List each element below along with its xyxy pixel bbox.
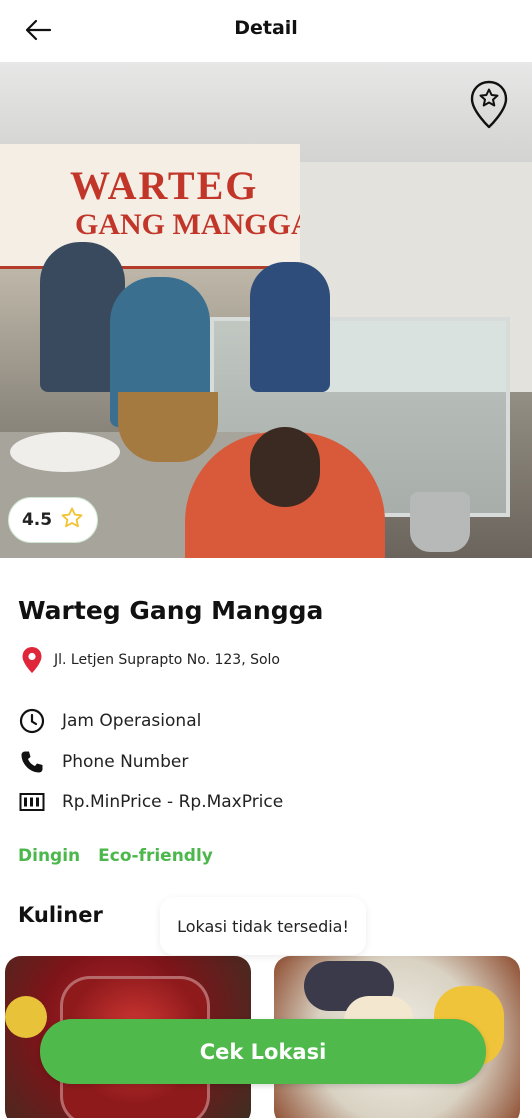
save-location-button[interactable] [468, 80, 510, 134]
phone-row: Phone Number [18, 748, 188, 776]
clock-icon [18, 707, 46, 735]
rating-value: 4.5 [21, 510, 53, 530]
hero-image: WARTEG GANG MANGGA [0, 62, 532, 558]
kuliner-title: Kuliner [18, 903, 103, 927]
toast-message: Lokasi tidak tersedia! [160, 897, 366, 955]
star-outline-icon [60, 506, 84, 534]
app-bar: Detail [0, 0, 532, 62]
tag-eco-friendly: Eco-friendly [98, 846, 213, 866]
shop-sign-line1: WARTEG [70, 163, 259, 208]
page-title: Detail [234, 17, 298, 39]
shop-sign-line2: GANG MANGGA [75, 208, 313, 241]
rating-badge: 4.5 [8, 497, 98, 543]
hours-text: Jam Operasional [62, 711, 202, 731]
place-name: Warteg Gang Mangga [18, 596, 324, 625]
tag-dingin: Dingin [18, 846, 81, 866]
map-pin-star-icon [470, 80, 508, 134]
address-row: Jl. Letjen Suprapto No. 123, Solo [18, 646, 280, 674]
location-pin-icon [18, 646, 46, 674]
phone-icon [18, 748, 46, 776]
phone-text: Phone Number [62, 752, 189, 772]
tag-list: Dingin Eco-friendly [18, 846, 213, 866]
cek-lokasi-button[interactable]: Cek Lokasi [40, 1019, 486, 1084]
price-tag-icon [18, 788, 46, 816]
price-row: Rp.MinPrice - Rp.MaxPrice [18, 788, 283, 816]
hours-row: Jam Operasional [18, 707, 201, 735]
address-text: Jl. Letjen Suprapto No. 123, Solo [54, 652, 280, 668]
price-text: Rp.MinPrice - Rp.MaxPrice [62, 792, 284, 812]
